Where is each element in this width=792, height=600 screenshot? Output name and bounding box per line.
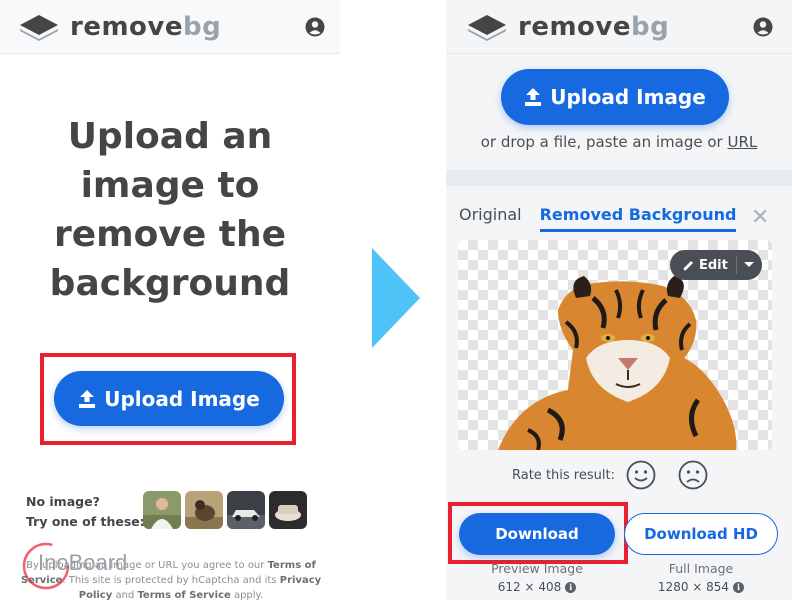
hero-heading: Upload an image to remove the background	[20, 112, 320, 308]
result-preview: Edit	[458, 240, 772, 450]
close-icon[interactable]: ✕	[751, 205, 769, 230]
sample-animal[interactable]	[185, 491, 223, 529]
legal-text-part: . This site is protected by hCaptcha and…	[62, 575, 280, 586]
preview-dimensions: 612 × 408	[497, 580, 562, 594]
upload-icon	[525, 88, 542, 106]
layers-icon	[20, 15, 58, 41]
user-circle-icon[interactable]	[753, 17, 773, 37]
upload-image-button[interactable]: Upload Image	[501, 69, 729, 125]
smile-icon[interactable]	[626, 460, 656, 490]
upload-button-label: Upload Image	[104, 386, 260, 411]
removebg-logo[interactable]: removebg	[18, 12, 221, 42]
legal-text-part: apply.	[230, 590, 264, 600]
sample-prompt: No image? Try one of these:	[26, 492, 145, 532]
frown-icon[interactable]	[678, 460, 708, 490]
sample-person[interactable]	[143, 491, 181, 529]
edit-button[interactable]: Edit	[670, 250, 762, 280]
top-bar: removebg	[0, 0, 340, 54]
tab-original[interactable]: Original	[459, 205, 522, 232]
logo-text: removebg	[70, 12, 222, 42]
sample-thumbnails	[143, 491, 307, 529]
sample-prompt-line1: No image?	[26, 494, 100, 509]
download-hd-button[interactable]: Download HD	[624, 513, 778, 555]
tab-removed-background[interactable]: Removed Background	[539, 205, 737, 232]
user-circle-icon[interactable]	[305, 17, 325, 37]
divider	[446, 170, 792, 186]
preview-size: 612 × 408 i	[459, 578, 615, 596]
hero-line: remove the	[53, 214, 287, 255]
info-icon[interactable]: i	[733, 581, 745, 593]
upload-button-label: Upload Image	[550, 85, 706, 109]
full-size: 1280 × 854 i	[624, 578, 778, 596]
upload-icon	[79, 389, 96, 408]
result-tabs: Original Removed Background	[459, 205, 737, 232]
sample-object[interactable]	[269, 491, 307, 529]
arrow-right-icon	[372, 248, 420, 348]
terms-link-2[interactable]: Terms of Service	[137, 590, 230, 600]
preview-info: Preview Image 612 × 408 i	[459, 560, 615, 596]
download-button-label: Download	[495, 525, 579, 543]
logo-text: removebg	[518, 12, 670, 42]
full-info: Full Image 1280 × 854 i	[624, 560, 778, 596]
download-hd-button-label: Download HD	[644, 525, 758, 543]
info-icon[interactable]: i	[565, 581, 577, 593]
edit-button-label: Edit	[699, 257, 728, 273]
full-dimensions: 1280 × 854	[657, 580, 730, 594]
layers-icon	[468, 15, 506, 41]
drop-instructions: or drop a file, paste an image or URL	[446, 133, 792, 151]
right-screen: removebg Upload Image or drop a file, pa…	[446, 0, 792, 600]
hero-line: background	[49, 263, 291, 304]
brush-icon	[683, 261, 693, 271]
top-bar: removebg	[446, 0, 792, 54]
legal-text-part: and	[112, 590, 138, 600]
upload-image-button[interactable]: Upload Image	[54, 371, 284, 426]
url-link[interactable]: URL	[728, 133, 758, 151]
hero-line: Upload an	[67, 116, 273, 157]
drop-text: or drop a file, paste an image or	[480, 133, 728, 151]
sample-car[interactable]	[227, 491, 265, 529]
hero-line: image to	[80, 165, 260, 206]
watermark-text: InoBoard	[38, 550, 128, 575]
edit-divider	[736, 256, 737, 274]
rate-label: Rate this result:	[512, 468, 615, 483]
full-caption: Full Image	[668, 561, 734, 576]
removebg-logo[interactable]: removebg	[466, 12, 669, 42]
preview-caption: Preview Image	[491, 561, 583, 576]
download-button[interactable]: Download	[459, 513, 615, 555]
caret-down-icon[interactable]	[744, 262, 754, 267]
left-screen: removebg Upload an image to remove the b…	[0, 0, 340, 600]
sample-prompt-line2: Try one of these:	[26, 514, 145, 529]
